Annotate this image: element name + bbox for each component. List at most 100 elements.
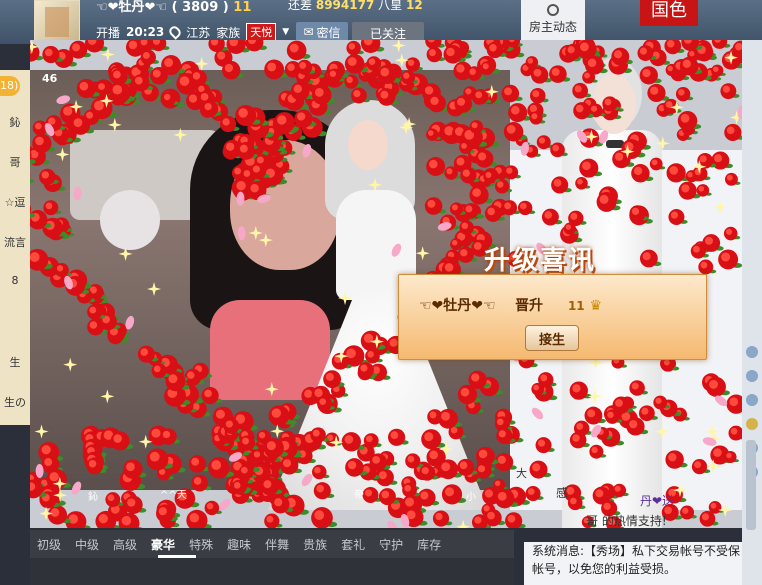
tab-7[interactable]: 贵族 xyxy=(296,536,334,553)
lock-icon[interactable] xyxy=(746,418,758,430)
rose xyxy=(670,65,690,82)
gift-strip[interactable] xyxy=(30,558,514,585)
rose xyxy=(346,40,364,56)
tab-6[interactable]: 伴舞 xyxy=(258,536,296,553)
rose xyxy=(665,63,681,77)
chevron-down-icon[interactable]: ▼ xyxy=(282,27,289,37)
tab-9[interactable]: 守护 xyxy=(372,536,410,553)
rose xyxy=(711,64,726,77)
person-icon xyxy=(547,4,559,16)
sidebar-item[interactable]: 生 xyxy=(0,354,30,370)
rose xyxy=(245,40,267,52)
sidebar-item[interactable]: 流言 xyxy=(0,234,30,250)
private-message-button[interactable]: ✉ 密信 xyxy=(296,22,348,42)
rose xyxy=(515,134,531,147)
rose xyxy=(208,40,229,53)
fan-label: ^^天 xyxy=(160,490,187,501)
rose xyxy=(699,510,719,527)
rose xyxy=(42,46,62,62)
chat-message: 感 xyxy=(556,484,568,501)
rose xyxy=(286,40,311,61)
airtime-value: 20:23 xyxy=(126,25,165,39)
sidebar-item[interactable]: 鈊 xyxy=(0,114,30,130)
rose xyxy=(432,510,453,527)
rose xyxy=(647,83,670,103)
groom-avatar-bowtie xyxy=(606,140,624,148)
host-avatar[interactable] xyxy=(34,0,80,44)
rose xyxy=(565,43,585,60)
host-updates-button[interactable]: 房主动态 xyxy=(521,0,585,44)
rose xyxy=(694,42,717,62)
rose xyxy=(724,123,742,142)
sparkle xyxy=(391,40,406,53)
tab-10[interactable]: 库存 xyxy=(410,536,448,553)
tab-3[interactable]: 豪华 xyxy=(144,536,182,553)
user-icon[interactable] xyxy=(746,370,758,382)
stats-prefix: 还差 xyxy=(288,0,313,12)
rose xyxy=(529,87,549,104)
rose xyxy=(681,40,703,51)
tab-4[interactable]: 特殊 xyxy=(182,536,220,553)
user-icon[interactable] xyxy=(746,394,758,406)
rose xyxy=(484,509,506,527)
tab-2[interactable]: 高级 xyxy=(106,536,144,553)
fan-label: 小 xyxy=(466,492,476,503)
rose xyxy=(311,507,338,528)
tab-1[interactable]: 中级 xyxy=(68,536,106,553)
host-updates-label: 房主动态 xyxy=(528,20,577,34)
chat-message: 哥 的热情支持! xyxy=(586,514,667,528)
rose xyxy=(693,40,716,59)
envelope-icon: ✉ xyxy=(303,25,314,39)
tab-0[interactable]: 初级 xyxy=(30,536,68,553)
sidebar-item[interactable]: 哥 xyxy=(0,154,30,170)
rose xyxy=(204,500,222,516)
bride-avatar-face xyxy=(348,120,388,170)
rose xyxy=(732,40,742,58)
rose xyxy=(471,514,492,528)
chat-text: 感 xyxy=(556,486,569,500)
rose xyxy=(663,98,682,114)
rose xyxy=(527,102,547,119)
sidebar-item[interactable]: ☆逗 xyxy=(0,194,30,210)
rose xyxy=(403,507,428,528)
stats-line: 还差 8994177 八皇 12 xyxy=(288,0,423,13)
tab-5[interactable]: 趣味 xyxy=(220,536,258,553)
rose xyxy=(704,67,722,82)
sparkle xyxy=(394,53,409,68)
rose xyxy=(124,495,147,514)
rose xyxy=(642,40,665,58)
right-scrollbar[interactable] xyxy=(742,40,762,585)
rose xyxy=(675,86,694,102)
catch-upgrade-button[interactable]: 接生 xyxy=(525,325,579,351)
sparkle xyxy=(729,110,742,125)
streamer-face xyxy=(230,140,340,270)
rose xyxy=(676,128,692,141)
rose xyxy=(251,487,270,503)
sidebar-item[interactable]: 8 xyxy=(0,274,30,287)
upgrade-news-popup: ☜❤牡丹❤☜ 晋升 11 ♛ 接生 xyxy=(398,274,707,360)
rose xyxy=(483,40,504,52)
rose xyxy=(664,40,685,55)
sparkle xyxy=(456,519,471,528)
user-icon[interactable] xyxy=(746,346,758,358)
sidebar-item[interactable]: 生の xyxy=(0,394,30,410)
clan-badge[interactable]: 天悦 xyxy=(246,23,277,41)
tab-8[interactable]: 套礼 xyxy=(334,536,372,553)
upgrade-level: 11 xyxy=(567,299,585,313)
rose xyxy=(85,40,108,53)
host-level-badge: 11 xyxy=(233,0,252,15)
petal xyxy=(387,520,398,528)
rose xyxy=(573,102,594,120)
rose xyxy=(42,45,63,64)
upgrade-message: ☜❤牡丹❤☜ 晋升 11 ♛ xyxy=(419,295,602,315)
upgrade-action: 晋升 xyxy=(515,298,544,314)
rose xyxy=(506,40,523,48)
chat-message: 大 xyxy=(516,467,527,480)
fan-label: 帝 xyxy=(354,490,364,501)
rose xyxy=(156,504,178,523)
rose xyxy=(721,50,742,70)
rose xyxy=(679,56,703,76)
stats-level: 12 xyxy=(405,0,423,12)
location-text: 江苏 xyxy=(186,25,211,40)
scroll-thumb[interactable] xyxy=(746,440,756,530)
